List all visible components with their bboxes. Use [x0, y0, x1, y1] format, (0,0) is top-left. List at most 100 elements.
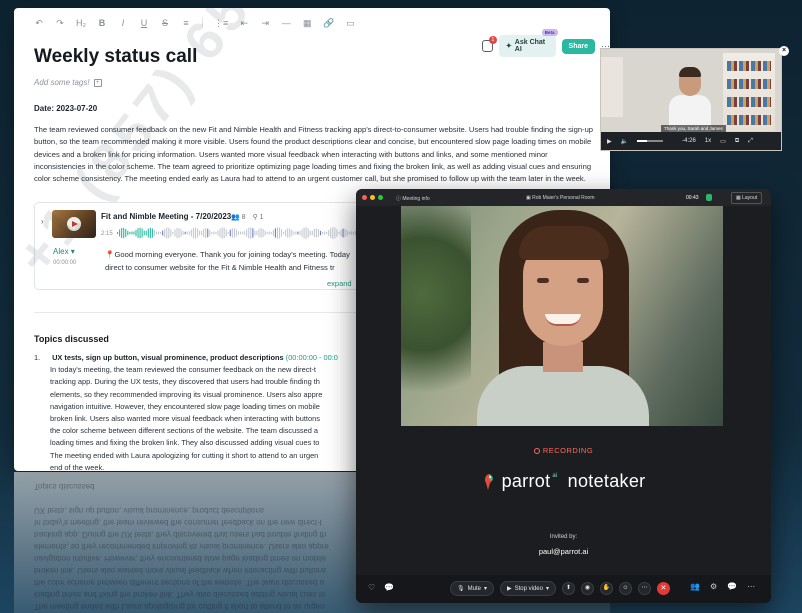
playback-speed[interactable]: 1x — [705, 138, 711, 144]
redo-icon[interactable]: ↷ — [55, 18, 65, 29]
meeting-card-title[interactable]: Fit and Nimble Meeting - 7/20/2023 — [101, 212, 231, 221]
topic-number: 1. — [34, 353, 41, 362]
pip-icon[interactable]: ⧉ — [735, 138, 739, 145]
expand-link[interactable]: expand — [327, 279, 352, 288]
add-tag-icon[interactable]: + — [93, 78, 102, 87]
video-controls: ▶ 🔈 -4:26 1x ▭ ⧉ ⤢ — [601, 132, 781, 150]
speaker-timestamp: 00:00:00 — [53, 260, 77, 266]
meeting-timer: 00:43 — [686, 195, 699, 201]
table-icon[interactable]: ▦ — [302, 18, 312, 29]
close-window-icon[interactable] — [362, 195, 367, 200]
elapsed-time: 2:15 — [101, 231, 113, 237]
audio-waveform[interactable] — [117, 225, 367, 241]
meeting-window: ⓘ Meeting info ▣ Rob Maier's Personal Ro… — [356, 189, 771, 603]
header-actions: 1 ✦ Ask Chat AI Beta Share ⋯ — [482, 29, 610, 57]
share-button[interactable]: Share — [561, 38, 595, 54]
chat-panel-icon[interactable]: 💬 — [727, 582, 737, 591]
layout-button[interactable]: ▦ Layout — [731, 192, 763, 204]
meeting-date: Date: 2023-07-20 — [34, 104, 98, 113]
raise-hand-icon[interactable]: ✋ — [599, 582, 613, 595]
topic-line: tracking app. During the UX tests, they … — [50, 377, 320, 387]
bookshelf — [723, 53, 775, 131]
close-icon[interactable]: × — [779, 46, 789, 56]
captions-icon[interactable]: ▭ — [720, 138, 726, 145]
invited-by-label: Invited by: — [549, 534, 578, 540]
topic-line: In today's meeting, the team reviewed th… — [50, 365, 316, 375]
security-shield-icon[interactable] — [706, 194, 712, 201]
meeting-card-meta: 👥 8 ⚲ 1 — [231, 213, 264, 221]
record-button-icon[interactable]: ◉ — [580, 582, 594, 595]
brand-superscript: ai — [552, 472, 558, 479]
topic-title: UX tests, sign up button, visual promine… — [52, 353, 284, 362]
parrot-notetaker-logo: parrot ai notetaker — [356, 471, 771, 492]
meeting-titlebar: ⓘ Meeting info ▣ Rob Maier's Personal Ro… — [356, 189, 771, 206]
ask-chat-ai-button[interactable]: ✦ Ask Chat AI Beta — [498, 29, 558, 57]
topic-item: 1. UX tests, sign up button, visual prom… — [34, 352, 374, 471]
topic-line: the color scheme between different secti… — [50, 426, 318, 436]
video-caption: Thank you, Sarah and James — [661, 125, 726, 132]
participants-icon[interactable]: 👥 — [690, 582, 700, 591]
participants-count: 👥 8 — [231, 214, 246, 221]
more-options-icon[interactable]: ⋯ — [637, 582, 651, 595]
indent-icon[interactable]: ⇥ — [260, 18, 270, 29]
editor-toolbar: ↶ ↷ H₂ B I U S ≡ ⋮≡ ⇤ ⇥ — ▦ 🔗 ▭ — [14, 8, 610, 38]
tags-field[interactable]: Add some tags! + — [34, 78, 102, 87]
sparkle-icon: ✦ — [505, 43, 512, 50]
video-preview-player[interactable]: Thank you, Sarah and James ▶ 🔈 -4:26 1x … — [600, 48, 782, 151]
heading-icon[interactable]: H₂ — [76, 18, 86, 28]
topic-line: The meeting ended with Laura apologizing… — [50, 450, 319, 460]
volume-icon[interactable]: 🔈 — [621, 138, 628, 145]
meeting-info-button[interactable]: ⓘ Meeting info — [396, 195, 430, 202]
end-call-button[interactable]: ✕ — [656, 582, 670, 595]
chat-icon[interactable]: 💬 — [384, 583, 394, 592]
emoji-icon[interactable]: ☺ — [618, 582, 632, 595]
topic-line: navigation intuitive. However, they enco… — [50, 401, 320, 411]
comment-icon[interactable]: ▭ — [345, 18, 355, 29]
share-screen-icon[interactable]: ⬆ — [561, 582, 575, 595]
chevron-right-icon[interactable]: › — [41, 217, 44, 226]
apps-icon[interactable]: ⚙ — [710, 582, 717, 591]
mute-button[interactable]: 🎙 Mute ▾ — [450, 581, 494, 596]
reactions-icon[interactable]: ♡ — [368, 583, 375, 592]
fullscreen-icon[interactable]: ⤢ — [748, 138, 753, 145]
topic-line: loading times and fixing the broken link… — [50, 438, 320, 448]
underline-icon[interactable]: U — [139, 18, 149, 28]
parrot-logo-icon — [484, 473, 493, 490]
undo-icon[interactable]: ↶ — [34, 18, 44, 29]
tags-placeholder: Add some tags! — [34, 78, 90, 87]
italic-icon[interactable]: I — [118, 18, 128, 28]
stop-video-button[interactable]: ▶ Stop video ▾ — [499, 581, 556, 596]
page-title[interactable]: Weekly status call — [34, 46, 197, 68]
topic-timestamp-link[interactable]: (00:00:00 - 00:0 — [286, 353, 338, 362]
horizontal-rule-icon[interactable]: — — [281, 18, 291, 28]
topic-line: elements, so they recommended improving … — [50, 389, 323, 399]
align-icon[interactable]: ≡ — [181, 18, 191, 28]
bold-icon[interactable]: B — [97, 18, 107, 28]
strikethrough-icon[interactable]: S — [160, 18, 170, 28]
transcript-snippet: 📍Good morning everyone. Thank you for jo… — [105, 250, 350, 272]
notification-badge: 1 — [488, 36, 497, 44]
recording-thumbnail[interactable] — [52, 210, 96, 238]
link-icon[interactable]: 🔗 — [323, 18, 334, 29]
maximize-window-icon[interactable] — [378, 195, 383, 200]
list-icon[interactable]: ⋮≡ — [214, 18, 228, 29]
time-remaining: -4:26 — [682, 138, 696, 144]
outdent-icon[interactable]: ⇤ — [239, 18, 249, 29]
topic-line: end of the week. — [50, 462, 105, 471]
volume-slider[interactable] — [637, 140, 664, 142]
brand-suffix: notetaker — [567, 471, 646, 491]
more-menu-icon[interactable]: ⋯ — [747, 582, 755, 591]
speaker-name[interactable]: Alex ▾ — [53, 247, 75, 256]
topic-line: broken link. Users also wanted more visu… — [50, 414, 320, 424]
window-controls — [356, 195, 383, 200]
background-shelf — [601, 57, 623, 117]
play-icon[interactable] — [67, 217, 81, 231]
section-divider — [34, 312, 374, 313]
highlights-count: ⚲ 1 — [252, 214, 264, 221]
notifications-icon[interactable]: 1 — [482, 36, 497, 52]
ask-chat-label: Ask Chat AI — [514, 39, 546, 53]
play-icon[interactable]: ▶ — [607, 138, 612, 145]
speaker-video — [669, 67, 711, 135]
minimize-window-icon[interactable] — [370, 195, 375, 200]
invited-by-email: paul@parrot.ai — [538, 547, 589, 556]
